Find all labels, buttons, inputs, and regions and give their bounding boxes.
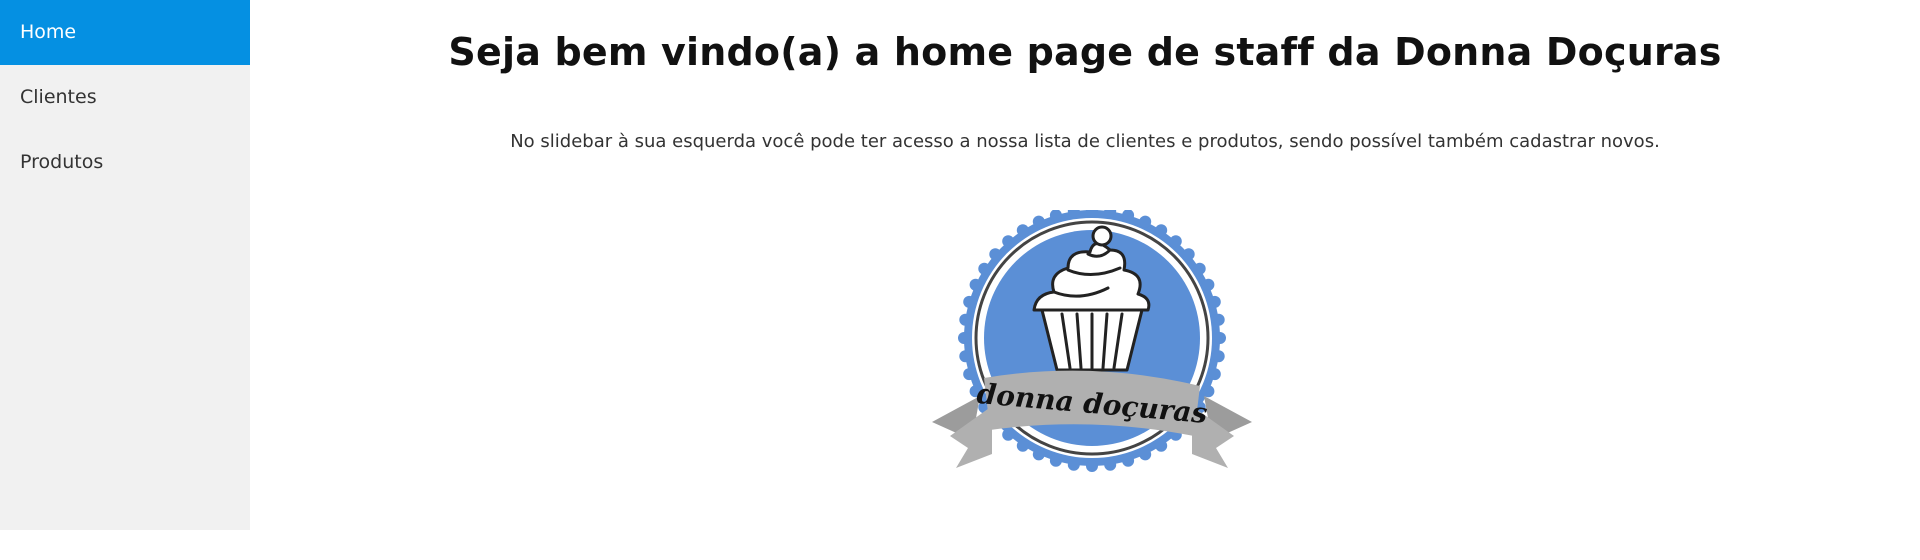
badge-scallop-dot: [1208, 295, 1221, 308]
badge-scallop-dot: [959, 313, 972, 326]
intro-text: No slidebar à sua esquerda você pode ter…: [510, 131, 1660, 152]
badge-scallop-dot: [1032, 448, 1045, 461]
badge-scallop-dot: [1212, 350, 1225, 363]
badge-scallop-dot: [1212, 313, 1225, 326]
badge-scallop-dot: [1155, 439, 1168, 452]
badge-scallop-dot: [1032, 215, 1045, 228]
badge-scallop-dot: [1049, 454, 1062, 467]
badge-scallop-dot: [958, 332, 970, 344]
badge-scallop-dot: [989, 248, 1002, 261]
badge-scallop-dot: [1139, 215, 1152, 228]
page-title: Seja bem vindo(a) a home page de staff d…: [448, 30, 1722, 74]
badge-scallop-dot: [978, 262, 991, 275]
badge-scallop-dot: [1002, 428, 1015, 441]
badge-scallop-dot: [1208, 368, 1221, 381]
badge-scallop-dot: [1193, 262, 1206, 275]
badge-scallop-dot: [1016, 439, 1029, 452]
badge-scallop-dot: [963, 368, 976, 381]
main-content: Seja bem vindo(a) a home page de staff d…: [250, 0, 1920, 560]
badge-scallop-dot: [1139, 448, 1152, 461]
donna-docuras-logo: donna doçuras: [932, 210, 1252, 472]
badge-scallop-dot: [1086, 460, 1098, 472]
badge-scallop-dot: [1122, 454, 1135, 467]
badge-scallop-dot: [1104, 458, 1117, 471]
badge-scallop-dot: [1169, 235, 1182, 248]
badge-scallop-dot: [1067, 458, 1080, 471]
badge-scallop-dot: [963, 295, 976, 308]
sidebar-item-clientes[interactable]: Clientes: [0, 65, 250, 130]
sidebar: Home Clientes Produtos: [0, 0, 250, 530]
badge-scallop-dot: [1214, 332, 1226, 344]
badge-scallop-dot: [1202, 385, 1215, 398]
badge-scallop-dot: [1002, 235, 1015, 248]
badge-scallop-dot: [1202, 278, 1215, 291]
sidebar-item-home[interactable]: Home: [0, 0, 250, 65]
badge-scallop-dot: [959, 350, 972, 363]
badge-scallop-dot: [1016, 224, 1029, 237]
badge-scallop-dot: [1182, 248, 1195, 261]
badge-scallop-dot: [1155, 224, 1168, 237]
badge-scallop-dot: [969, 278, 982, 291]
sidebar-item-produtos[interactable]: Produtos: [0, 130, 250, 195]
